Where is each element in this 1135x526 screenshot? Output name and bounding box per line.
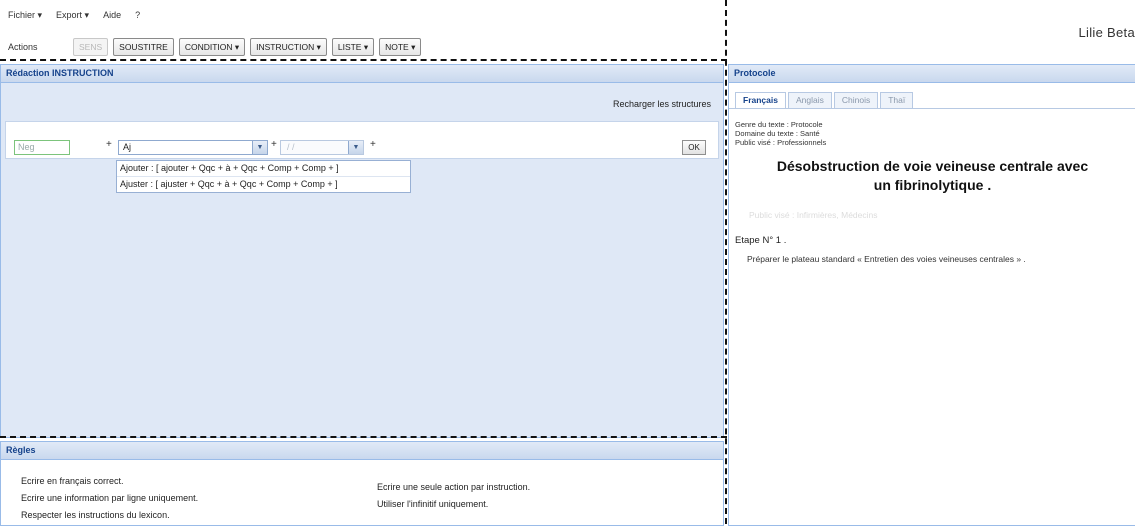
- suggestion-item[interactable]: Ajouter : [ ajouter + Qqc + à + Qqc + Co…: [117, 161, 410, 176]
- tab-francais[interactable]: Français: [735, 92, 786, 108]
- step-text: Préparer le plateau standard « Entretien…: [747, 254, 1026, 264]
- chevron-down-icon[interactable]: ▼: [348, 141, 363, 154]
- dashed-divider: [725, 0, 727, 524]
- tab-chinois[interactable]: Chinois: [833, 92, 879, 108]
- menu-bar: Fichier ▾ Export ▾ Aide ?: [8, 10, 140, 24]
- reload-structures-link[interactable]: Recharger les structures: [613, 99, 711, 109]
- condition-button[interactable]: CONDITION ▾: [178, 38, 246, 56]
- tab-anglais[interactable]: Anglais: [787, 92, 832, 108]
- document-title-line: Désobstruction de voie veineuse centrale…: [776, 158, 1089, 174]
- app-title: Lilie Beta: [1078, 25, 1135, 40]
- ok-button[interactable]: OK: [682, 140, 706, 155]
- complement-input[interactable]: / /: [287, 142, 295, 152]
- dashed-divider: [0, 436, 727, 438]
- rule-text: Ecrire en français correct.: [21, 476, 124, 486]
- faded-audience-text: Public visé : Infirmières, Médecins: [749, 210, 878, 220]
- note-button[interactable]: NOTE ▾: [379, 38, 422, 56]
- plus-sign: +: [271, 139, 277, 150]
- tab-thai[interactable]: Thaï: [880, 92, 914, 108]
- plus-sign: +: [370, 139, 376, 150]
- action-toolbar: SENS SOUSTITRE CONDITION ▾ INSTRUCTION ▾…: [73, 38, 422, 56]
- panel-title: Règles: [1, 442, 723, 460]
- dashed-divider: [0, 59, 727, 61]
- verb-input[interactable]: Aj: [123, 142, 131, 152]
- rule-text: Ecrire une information par ligne uniquem…: [21, 493, 199, 503]
- panel-title: Protocole: [729, 65, 1135, 83]
- rules-panel: Règles Ecrire en français correct. Ecrir…: [0, 441, 724, 526]
- meta-genre: Genre du texte : Protocole: [735, 120, 823, 129]
- protocol-panel: Protocole Français Anglais Chinois Thaï …: [728, 64, 1135, 526]
- menu-help[interactable]: Aide: [103, 10, 121, 24]
- menu-about[interactable]: ?: [135, 10, 140, 24]
- tabstrip-divider: [729, 108, 1135, 109]
- plus-sign: +: [106, 139, 112, 150]
- document-title: Désobstruction de voie veineuse centrale…: [729, 157, 1135, 195]
- meta-domaine: Domaine du texte : Santé: [735, 129, 820, 138]
- menu-export[interactable]: Export ▾: [56, 10, 89, 24]
- chevron-down-icon[interactable]: ▼: [252, 141, 267, 154]
- menu-file[interactable]: Fichier ▾: [8, 10, 42, 24]
- instruction-button[interactable]: INSTRUCTION ▾: [250, 38, 327, 56]
- sens-button[interactable]: SENS: [73, 38, 109, 56]
- liste-button[interactable]: LISTE ▾: [331, 38, 375, 56]
- document-title-line: un fibrinolytique .: [873, 177, 992, 193]
- meta-public: Public visé : Professionnels: [735, 138, 827, 147]
- neg-input[interactable]: Neg: [14, 140, 70, 155]
- instruction-form: Neg + Aj ▼ + / / ▼ + OK: [5, 121, 719, 159]
- instruction-editor-panel: Rédaction INSTRUCTION Recharger les stru…: [0, 64, 724, 438]
- suggestion-item[interactable]: Ajuster : [ ajuster + Qqc + à + Qqc + Co…: [117, 176, 410, 192]
- suggestion-dropdown: Ajouter : [ ajouter + Qqc + à + Qqc + Co…: [116, 160, 411, 193]
- language-tabs: Français Anglais Chinois Thaï: [735, 92, 914, 108]
- rule-text: Ecrire une seule action par instruction.: [377, 482, 531, 492]
- soustitre-button[interactable]: SOUSTITRE: [113, 38, 174, 56]
- verb-combobox[interactable]: Aj ▼: [118, 140, 268, 155]
- actions-label: Actions: [8, 42, 38, 52]
- rule-text: Respecter les instructions du lexicon.: [21, 510, 170, 520]
- rule-text: Utiliser l'infinitif uniquement.: [377, 499, 489, 509]
- panel-title: Rédaction INSTRUCTION: [1, 65, 723, 83]
- complement-combobox[interactable]: / / ▼: [280, 140, 364, 155]
- step-label: Etape N° 1 .: [735, 235, 787, 246]
